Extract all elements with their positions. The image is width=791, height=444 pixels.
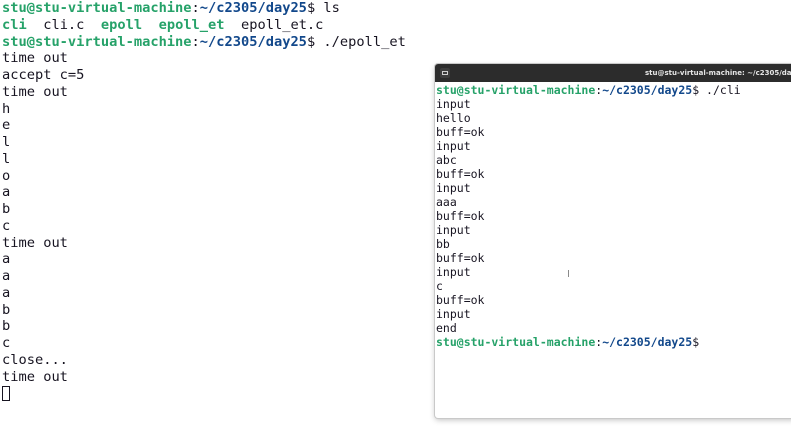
executable-file: cli	[2, 16, 27, 33]
output-line: buff=ok	[436, 167, 485, 181]
prompt-command: $	[692, 335, 700, 349]
output-line: buff=ok	[436, 209, 485, 223]
prompt-path: ~/c2305/day25	[199, 0, 307, 16]
prompt-line: stu@stu-virtual-machine:~/c2305/day25$	[436, 335, 741, 349]
output-line: c	[2, 217, 11, 234]
prompt-path: ~/c2305/day25	[199, 33, 307, 50]
window-menu-icon[interactable]	[440, 68, 450, 78]
output-line: a	[2, 251, 11, 268]
window-title: stu@stu-virtual-machine: ~/c2305/day25	[645, 69, 791, 77]
prompt-separator: :	[191, 33, 200, 50]
prompt-user: stu@stu-virtual-machine	[436, 335, 596, 349]
output-line: time out	[2, 83, 68, 100]
output-line: input	[436, 181, 471, 195]
output-line: c	[2, 335, 11, 351]
prompt-user: stu@stu-virtual-machine	[2, 33, 192, 50]
prompt-line: stu@stu-virtual-machine:~/c2305/day25$ l…	[2, 0, 406, 17]
output-line: input	[436, 223, 471, 237]
output-line: bb	[436, 237, 450, 251]
output-line: hello	[436, 111, 471, 125]
output-line: close...	[2, 351, 68, 368]
output-line: time out	[2, 368, 68, 385]
prompt-user: stu@stu-virtual-machine	[2, 0, 192, 16]
output-line: a	[2, 268, 11, 284]
client-terminal-window[interactable]: stu@stu-virtual-machine: ~/c2305/day25 s…	[435, 64, 791, 418]
prompt-separator: :	[191, 0, 200, 16]
output-line: a	[2, 184, 11, 201]
output-line: input	[436, 97, 471, 111]
output-line: l	[2, 150, 11, 167]
output-line: buff=ok	[436, 125, 485, 139]
prompt-command: $ ./cli	[692, 83, 741, 97]
output-line: input	[436, 307, 471, 321]
output-line: a	[2, 284, 11, 301]
output-line: o	[2, 167, 11, 184]
prompt-line: stu@stu-virtual-machine:~/c2305/day25$ .…	[2, 34, 406, 51]
output-line: b	[2, 318, 11, 335]
output-line: time out	[2, 50, 68, 67]
prompt-line: stu@stu-virtual-machine:~/c2305/day25$ .…	[436, 83, 741, 97]
prompt-path: ~/c2305/day25	[602, 335, 693, 349]
output-line: l	[2, 134, 11, 150]
cursor-line	[2, 385, 406, 402]
prompt-user: stu@stu-virtual-machine	[436, 83, 596, 97]
output-line: input	[436, 265, 471, 279]
ibeam-cursor-icon	[568, 270, 569, 277]
text-cursor	[2, 386, 10, 402]
prompt-command: $ ./epoll_et	[306, 33, 406, 50]
plain-file: epoll_et.c	[224, 16, 324, 33]
main-terminal-output: stu@stu-virtual-machine:~/c2305/day25$ l…	[2, 0, 406, 402]
output-line: buff=ok	[436, 293, 485, 307]
window-titlebar[interactable]: stu@stu-virtual-machine: ~/c2305/day25	[435, 64, 791, 82]
ls-output-line: cli cli.c epoll epoll_et epoll_et.c	[2, 17, 406, 34]
output-line: aaa	[436, 195, 457, 209]
output-line: accept c=5	[2, 67, 85, 83]
output-line: h	[2, 100, 11, 117]
output-line: buff=ok	[436, 251, 485, 265]
output-line: time out	[2, 234, 68, 251]
output-line: c	[436, 279, 443, 293]
executable-file: epoll	[100, 16, 143, 33]
plain-file: cli.c	[26, 16, 101, 33]
output-line: abc	[436, 153, 457, 167]
executable-file: epoll_et	[158, 16, 225, 33]
output-line: e	[2, 117, 11, 134]
output-line: input	[436, 139, 471, 153]
output-line: end	[436, 321, 457, 335]
output-line: b	[2, 301, 11, 318]
plain-file	[142, 17, 158, 33]
prompt-path: ~/c2305/day25	[602, 83, 693, 97]
client-terminal-output: stu@stu-virtual-machine:~/c2305/day25$ .…	[436, 83, 741, 349]
prompt-command: $ ls	[306, 0, 340, 16]
output-line: b	[2, 201, 11, 217]
